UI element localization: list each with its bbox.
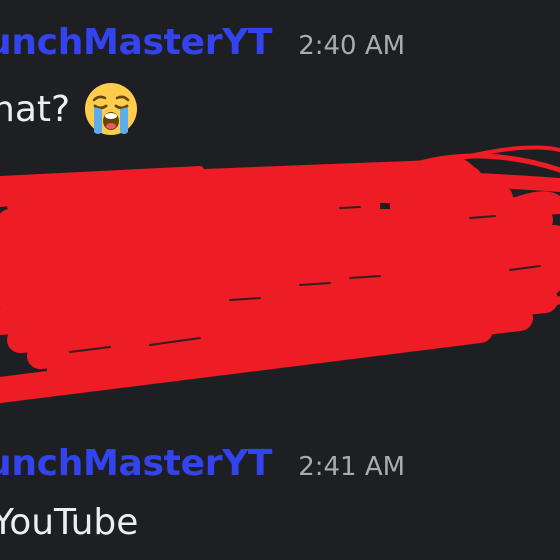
message-timestamp: 2:40 AM [298, 31, 406, 61]
loudly-crying-face-icon [82, 80, 140, 138]
message-timestamp: 2:41 AM [298, 452, 406, 482]
message-header: unchMasterYT 2:40 AM [0, 22, 405, 63]
scribble-gaps [69, 206, 541, 353]
message-content: hat? [0, 88, 71, 130]
message-text: hat? [0, 80, 140, 138]
redaction-strokes [0, 145, 560, 403]
chat-screen: unchMasterYT 2:40 AM hat? unchMasterYT 2… [0, 0, 560, 560]
username-link[interactable]: unchMasterYT [0, 443, 272, 484]
message-header: unchMasterYT 2:41 AM [0, 443, 405, 484]
username-link[interactable]: unchMasterYT [0, 22, 272, 63]
scribble-gap-block [380, 203, 390, 209]
message-content: YouTube [0, 502, 139, 543]
message-text: YouTube [0, 502, 138, 543]
